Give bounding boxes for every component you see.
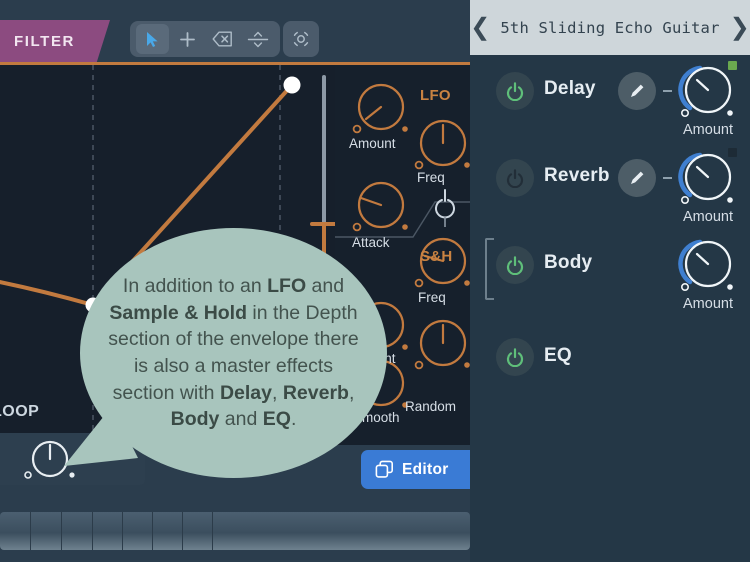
preset-name[interactable]: 5th Sliding Echo Guitar xyxy=(500,19,719,37)
effect-row-body: Body Amount xyxy=(470,232,750,312)
tab-filter[interactable]: FILTER xyxy=(0,20,110,62)
reverb-status-badge xyxy=(728,148,737,157)
effect-row-delay: Delay Amount xyxy=(470,58,750,138)
editor-button[interactable]: Editor xyxy=(361,450,478,489)
preset-browser-bar: ❮ 5th Sliding Echo Guitar ❯ xyxy=(470,0,750,55)
sh-freq-label: Freq xyxy=(418,290,446,305)
keyboard-strip[interactable] xyxy=(0,512,470,550)
vertical-resize-tool[interactable] xyxy=(241,24,274,54)
delete-backspace-icon xyxy=(212,31,232,47)
loop-label: LOOP xyxy=(0,403,40,420)
eq-power-toggle[interactable] xyxy=(496,338,534,376)
delay-status-badge xyxy=(728,61,737,70)
lfo-attack-label: Attack xyxy=(352,235,390,250)
plus-icon xyxy=(180,31,195,47)
focus-target-tool[interactable] xyxy=(283,21,319,57)
power-icon xyxy=(506,82,524,101)
plugin-window: FILTER OOP LFO Amount Freq Attack S&H Fr… xyxy=(0,0,750,562)
delete-tool[interactable] xyxy=(206,24,239,54)
pencil-icon xyxy=(631,171,644,184)
lfo-freq-label: Freq xyxy=(417,170,445,185)
depth-slider-track xyxy=(322,75,326,245)
effect-row-reverb: Reverb Amount xyxy=(470,145,750,225)
layers-copy-icon xyxy=(375,460,393,478)
sample-hold-title: S&H xyxy=(420,248,453,265)
body-group-bracket xyxy=(485,238,494,300)
preset-prev-button[interactable]: ❮ xyxy=(470,15,490,40)
cursor-arrow-icon xyxy=(147,31,158,47)
tooltip-bubble[interactable]: In addition to an LFO and Sample & Hold … xyxy=(80,228,387,478)
reverb-power-toggle[interactable] xyxy=(496,159,534,197)
delay-link-dash xyxy=(663,90,672,92)
eq-label: EQ xyxy=(544,345,572,366)
add-tool[interactable] xyxy=(171,24,204,54)
pencil-icon xyxy=(631,84,644,97)
body-amount-knob[interactable] xyxy=(678,234,738,296)
power-icon xyxy=(506,256,524,275)
body-amount-label: Amount xyxy=(683,296,733,312)
delay-amount-label: Amount xyxy=(683,122,733,138)
effect-row-eq: EQ xyxy=(470,330,750,410)
sh-random-label: Random xyxy=(405,399,457,414)
power-icon xyxy=(506,348,524,367)
reverb-label: Reverb xyxy=(544,165,610,186)
target-icon xyxy=(293,31,309,47)
tooltip-text: In addition to an LFO and Sample & Hold … xyxy=(108,274,359,431)
tab-filter-label: FILTER xyxy=(14,32,75,50)
pointer-tool[interactable] xyxy=(136,24,169,54)
effects-pane: ❮ 5th Sliding Echo Guitar ❯ Delay Amount… xyxy=(470,0,750,562)
reverb-link-dash xyxy=(663,177,672,179)
lfo-title: LFO xyxy=(420,87,451,104)
body-label: Body xyxy=(544,252,593,273)
arrows-vertical-icon xyxy=(247,31,268,47)
envelope-node xyxy=(283,76,301,94)
tool-group xyxy=(130,21,280,57)
preset-next-button[interactable]: ❯ xyxy=(730,15,750,40)
reverb-edit-button[interactable] xyxy=(618,159,656,197)
sample-hold-power-toggle xyxy=(435,189,455,227)
editor-button-label: Editor xyxy=(402,460,449,478)
lfo-amount-label: Amount xyxy=(349,136,396,151)
delay-edit-button[interactable] xyxy=(618,72,656,110)
delay-power-toggle[interactable] xyxy=(496,72,534,110)
body-power-toggle[interactable] xyxy=(496,246,534,284)
depth-slider-handle xyxy=(310,222,335,226)
editor-toolbar: FILTER xyxy=(0,0,470,62)
delay-label: Delay xyxy=(544,78,596,99)
power-icon xyxy=(506,169,524,188)
reverb-amount-label: Amount xyxy=(683,209,733,225)
